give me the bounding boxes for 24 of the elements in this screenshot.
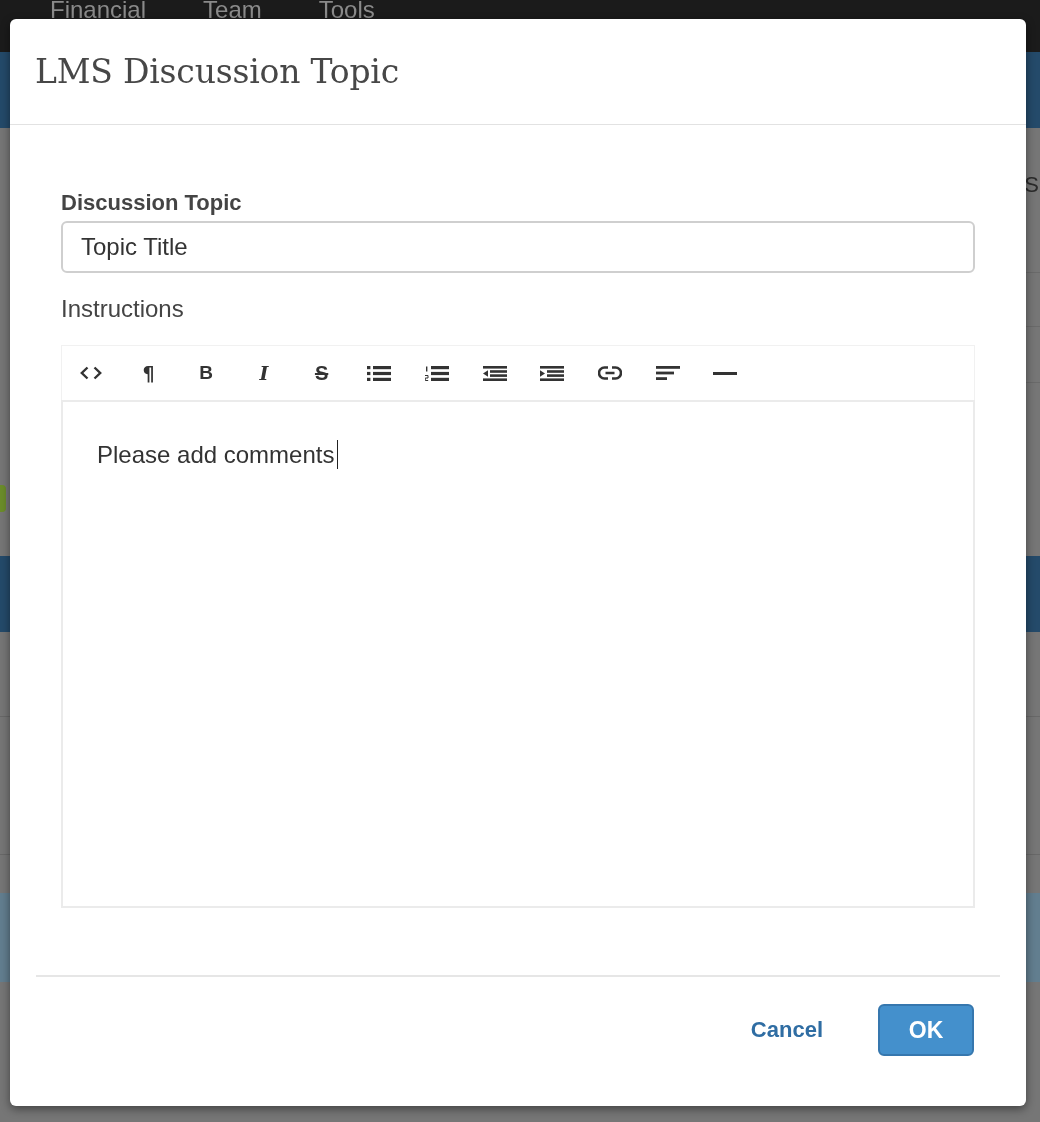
field-label: Discussion Topic [61,190,242,215]
field-label: Instructions [61,296,184,322]
cancel-button[interactable]: Cancel [736,1004,837,1056]
status-badge [0,485,6,512]
strikethrough-button[interactable]: S [292,346,351,400]
nav-link[interactable]: Financial [50,0,147,20]
horizontal-line-icon [713,371,738,375]
outdent-icon [482,365,507,381]
nav-link[interactable]: Tools [318,0,375,20]
bulleted-list-icon [367,365,392,381]
nav-link[interactable]: Team [203,0,262,20]
italic-button[interactable]: I [235,346,293,400]
paragraph-button[interactable]: ¶ [119,346,178,400]
dialog-title: LMS Discussion Topic [35,51,399,92]
topic-title-input[interactable]: Topic Title [61,221,975,273]
link-icon [598,366,623,380]
numbered-list-icon [424,365,449,381]
indent-icon [540,365,565,381]
background-text: S [1024,174,1039,196]
bold-button[interactable]: B [177,346,236,400]
editor-text: Please add comments [97,440,335,468]
angle-brackets-icon [79,366,102,380]
editor-field[interactable]: Please add comments [61,400,975,908]
align-left-icon [655,366,680,380]
